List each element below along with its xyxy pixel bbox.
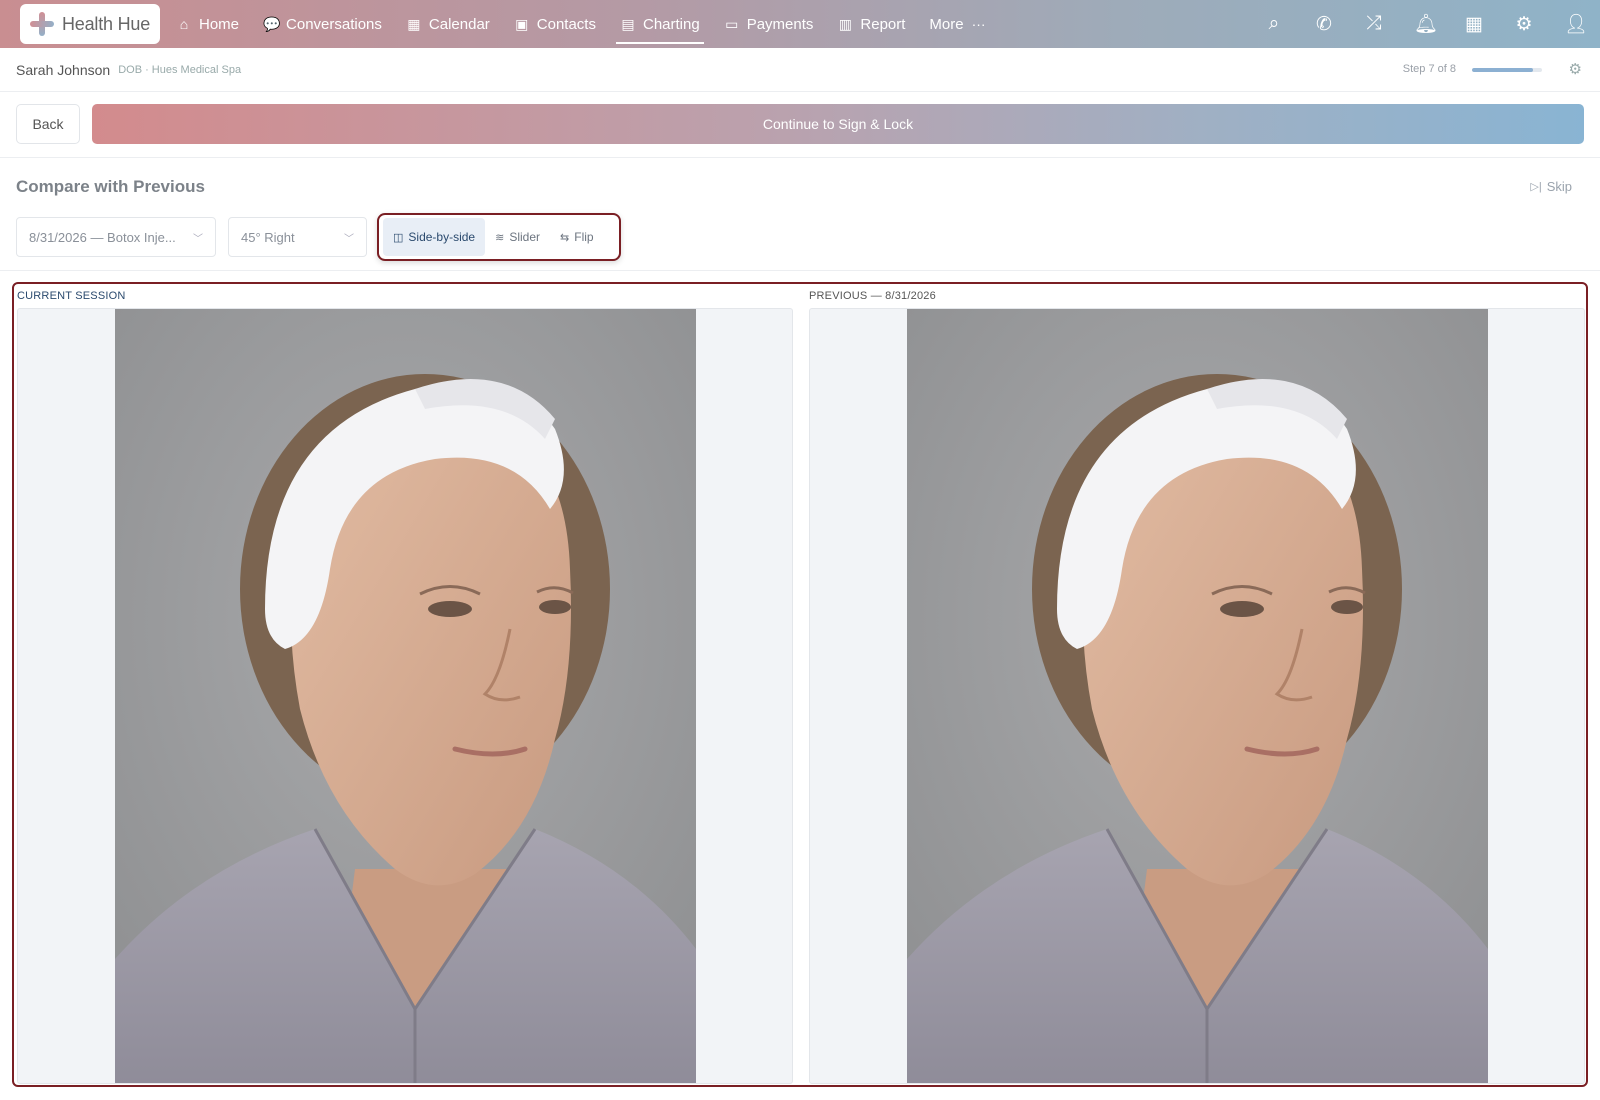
action-row: Back Continue to Sign & Lock — [0, 92, 1600, 158]
nav-item-label: Charting — [642, 15, 700, 33]
mode-label: Flip — [574, 230, 594, 244]
mode-slider[interactable]: ≋ Slider — [485, 218, 550, 256]
current-patient-photo — [115, 309, 696, 1083]
nav-item-label: Conversations — [286, 15, 382, 33]
nav-item-label: Calendar — [428, 15, 490, 33]
gear-icon[interactable]: ⚙ — [1514, 13, 1534, 36]
nav-item-calendar[interactable]: ▦ Calendar — [406, 0, 490, 48]
compare-title: Compare with Previous — [16, 177, 205, 196]
chevron-down-icon: ﹀ — [344, 234, 354, 245]
app-name: Health Hue — [62, 13, 151, 34]
search-icon[interactable]: ⌕ — [1264, 13, 1284, 35]
compare-panel: CURRENT SESSION PREVIOUS — 8/31/2026 — [12, 282, 1588, 1087]
mode-flip[interactable]: ⇆ Flip — [550, 218, 604, 256]
section-divider — [0, 270, 1600, 271]
nav-item-label: Home — [199, 15, 240, 33]
session-select[interactable]: 8/31/2026 — Botox Inje... ﹀ — [16, 217, 216, 257]
home-icon: ⌂ — [179, 16, 189, 32]
credit-card-icon: ▭ — [725, 15, 739, 32]
skip-button[interactable]: ▷| Skip — [1530, 179, 1572, 194]
swap-icon: ⇆ — [560, 231, 570, 244]
settings-gear-icon[interactable]: ⚙ — [1569, 60, 1582, 78]
top-navigation: Health Hue ⌂ Home 💬 Conversations ▦ Calendar ▣… — [0, 0, 1600, 48]
nav-item-label: More — [929, 15, 964, 33]
main-nav: ⌂ Home 💬 Conversations ▦ Calendar ▣ Contacts ▤ Ch… — [176, 0, 1011, 48]
more-dots-icon: ··· — [971, 16, 986, 32]
bell-icon[interactable]: 🔔︎ — [1414, 12, 1438, 36]
shuffle-icon[interactable]: ⤮ — [1364, 13, 1384, 35]
user-icon[interactable]: 👤︎ — [1564, 12, 1588, 36]
back-button[interactable]: Back — [16, 104, 80, 144]
skip-forward-icon: ▷| — [1530, 181, 1542, 193]
contact-card-icon: ▣ — [515, 15, 529, 32]
nav-item-payments[interactable]: ▭ Payments — [724, 0, 814, 48]
document-icon: ▤ — [621, 15, 635, 32]
step-progress-bar — [1472, 68, 1542, 72]
nav-item-report[interactable]: ▥ Report — [837, 0, 906, 48]
nav-item-label: Contacts — [536, 15, 596, 33]
nav-item-more[interactable]: More ··· — [929, 0, 986, 48]
previous-patient-photo — [907, 309, 1488, 1083]
step-indicator: Step 7 of 8 — [1402, 63, 1456, 75]
mode-label: Side-by-side — [408, 230, 476, 244]
mode-label: Slider — [509, 230, 541, 244]
layers-icon: ≋ — [495, 231, 505, 244]
app-logo[interactable]: Health Hue — [20, 4, 160, 44]
current-session-label: CURRENT SESSION — [17, 290, 126, 302]
chat-icon: 💬 — [263, 15, 281, 32]
mode-side-by-side[interactable]: ◫ Side-by-side — [383, 218, 486, 256]
nav-utility-icons: ⌕ ✆ ⤮ 🔔︎ ▦ ⚙ 👤︎ — [1234, 0, 1588, 48]
continue-sign-lock-button[interactable]: Continue to Sign & Lock — [92, 104, 1584, 144]
phone-icon[interactable]: ✆ — [1314, 13, 1334, 36]
angle-select[interactable]: 45° Right ﹀ — [228, 217, 367, 257]
nav-item-label: Report — [860, 15, 906, 33]
previous-photo-container[interactable] — [809, 308, 1585, 1084]
skip-label: Skip — [1546, 179, 1572, 194]
nav-item-label: Payments — [746, 15, 814, 33]
previous-session-label: PREVIOUS — 8/31/2026 — [809, 290, 936, 302]
chevron-down-icon: ﹀ — [193, 234, 203, 245]
nav-item-charting[interactable]: ▤ Charting — [615, 0, 704, 48]
angle-select-value: 45° Right — [241, 229, 295, 245]
patient-bar: Sarah Johnson DOB · Hues Medical Spa Ste… — [0, 48, 1600, 92]
patient-meta: DOB · Hues Medical Spa — [118, 63, 242, 76]
calendar-icon: ▦ — [407, 15, 421, 32]
current-photo-container[interactable] — [17, 308, 793, 1084]
nav-item-contacts[interactable]: ▣ Contacts — [514, 0, 596, 48]
columns-icon: ◫ — [393, 231, 404, 244]
nav-item-home[interactable]: ⌂ Home — [176, 0, 239, 48]
view-mode-toggle: ◫ Side-by-side ≋ Slider ⇆ Flip — [377, 213, 621, 261]
calendar-icon[interactable]: ▦ — [1464, 13, 1484, 36]
progress-fill — [1472, 68, 1534, 72]
nav-item-conversations[interactable]: 💬 Conversations — [263, 0, 382, 48]
session-select-value: 8/31/2026 — Botox Inje... — [29, 229, 176, 245]
bar-chart-icon: ▥ — [838, 15, 852, 32]
patient-name[interactable]: Sarah Johnson — [16, 62, 110, 78]
cross-logo-icon — [28, 10, 56, 38]
